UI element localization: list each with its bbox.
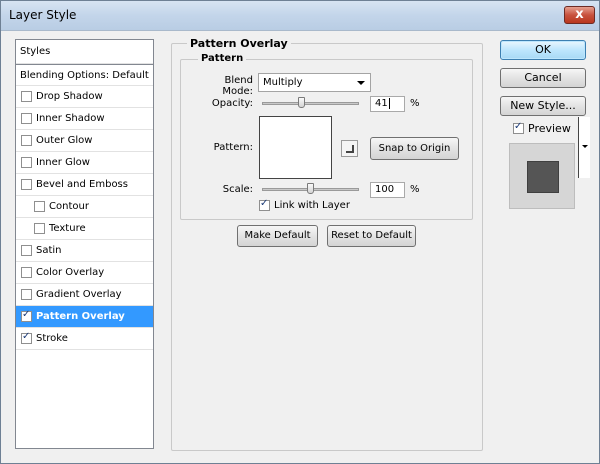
pattern-dropdown[interactable] <box>578 117 590 178</box>
checkbox-icon[interactable] <box>21 267 32 278</box>
pattern-label: Pattern: <box>213 142 253 153</box>
style-item-label: Inner Shadow <box>36 113 105 124</box>
style-item-color-overlay[interactable]: Color Overlay <box>16 262 153 284</box>
window-title: Layer Style <box>9 8 77 22</box>
scale-value: 100 <box>375 184 395 195</box>
title-bar[interactable]: Layer Style x <box>1 1 599 31</box>
ok-button[interactable]: OK <box>500 40 586 60</box>
blending-options-item[interactable]: Blending Options: Default <box>16 64 153 86</box>
scale-slider-handle[interactable] <box>306 183 314 194</box>
opacity-input[interactable]: 41 <box>370 96 405 112</box>
scale-label: Scale: <box>222 184 253 195</box>
cancel-button[interactable]: Cancel <box>500 68 586 88</box>
preview-swatch <box>527 161 559 193</box>
scale-unit: % <box>410 184 420 195</box>
checkbox-icon[interactable] <box>34 201 45 212</box>
close-button[interactable]: x <box>564 6 595 24</box>
checkbox-icon <box>259 198 270 211</box>
checkbox-icon[interactable] <box>21 309 32 322</box>
opacity-slider[interactable] <box>262 102 359 105</box>
scale-input[interactable]: 100 <box>370 182 405 198</box>
chevron-down-icon <box>357 81 365 85</box>
style-item-drop-shadow[interactable]: Drop Shadow <box>16 86 153 108</box>
style-item-label: Color Overlay <box>36 267 105 278</box>
style-item-label: Drop Shadow <box>36 91 103 102</box>
layer-style-dialog: Layer Style x Styles Blending Options: D… <box>0 0 600 464</box>
preview-checkbox[interactable]: Preview <box>513 121 571 135</box>
checkbox-icon[interactable] <box>21 157 32 168</box>
checkbox-icon[interactable] <box>21 245 32 256</box>
opacity-unit: % <box>410 98 420 109</box>
pattern-section-title: Pattern <box>198 53 247 64</box>
close-icon: x <box>575 7 584 22</box>
style-item-label: Bevel and Emboss <box>36 179 128 190</box>
style-item-outer-glow[interactable]: Outer Glow <box>16 130 153 152</box>
styles-header-label: Styles <box>20 46 51 57</box>
reset-to-default-button[interactable]: Reset to Default <box>327 225 416 247</box>
styles-list: Styles Blending Options: Default Drop Sh… <box>15 39 154 449</box>
checkbox-icon[interactable] <box>21 113 32 124</box>
chevron-down-icon <box>582 145 588 148</box>
blending-options-label: Blending Options: Default <box>20 69 149 81</box>
checkbox-icon[interactable] <box>21 91 32 102</box>
opacity-slider-handle[interactable] <box>297 97 305 108</box>
style-item-label: Pattern Overlay <box>36 311 125 322</box>
new-preset-icon[interactable] <box>341 140 358 157</box>
style-item-label: Texture <box>49 223 86 234</box>
pattern-overlay-title: Pattern Overlay <box>187 37 291 50</box>
style-item-label: Satin <box>36 245 62 256</box>
style-item-label: Contour <box>49 201 89 212</box>
style-item-inner-glow[interactable]: Inner Glow <box>16 152 153 174</box>
style-item-contour[interactable]: Contour <box>16 196 153 218</box>
checkbox-icon[interactable] <box>21 331 32 344</box>
checkbox-icon[interactable] <box>21 289 32 300</box>
pattern-picker[interactable] <box>259 116 590 179</box>
checkbox-icon[interactable] <box>21 135 32 146</box>
blend-mode-value: Multiply <box>263 77 303 88</box>
blend-mode-select[interactable]: Multiply <box>258 73 371 92</box>
style-item-stroke[interactable]: Stroke <box>16 328 153 350</box>
style-item-texture[interactable]: Texture <box>16 218 153 240</box>
style-item-gradient-overlay[interactable]: Gradient Overlay <box>16 284 153 306</box>
link-with-layer-label: Link with Layer <box>274 200 350 211</box>
style-item-label: Stroke <box>36 333 68 344</box>
style-item-satin[interactable]: Satin <box>16 240 153 262</box>
style-item-label: Inner Glow <box>36 157 90 168</box>
checkbox-icon <box>513 121 524 134</box>
checkbox-icon[interactable] <box>34 223 45 234</box>
styles-header[interactable]: Styles <box>16 40 153 64</box>
preview-label: Preview <box>528 122 571 135</box>
style-preview <box>509 143 575 209</box>
blend-mode-label: Blend Mode: <box>222 75 253 97</box>
style-item-label: Gradient Overlay <box>36 289 122 300</box>
checkbox-icon[interactable] <box>21 179 32 190</box>
style-item-label: Outer Glow <box>36 135 93 146</box>
snap-to-origin-button[interactable]: Snap to Origin <box>370 137 459 160</box>
opacity-label: Opacity: <box>211 98 253 109</box>
style-item-pattern-overlay[interactable]: Pattern Overlay <box>16 306 153 328</box>
style-item-bevel-and-emboss[interactable]: Bevel and Emboss <box>16 174 153 196</box>
style-item-inner-shadow[interactable]: Inner Shadow <box>16 108 153 130</box>
make-default-button[interactable]: Make Default <box>237 225 318 247</box>
link-with-layer-checkbox[interactable]: Link with Layer <box>259 198 350 211</box>
new-style-button[interactable]: New Style... <box>500 96 586 116</box>
opacity-value: 41 <box>375 98 388 109</box>
